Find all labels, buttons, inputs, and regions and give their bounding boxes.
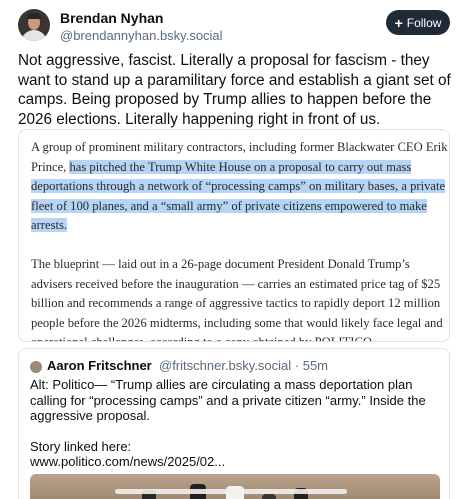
article-paragraph-1: A group of prominent military contractor… <box>31 138 449 236</box>
author-handle[interactable]: @brendannyhan.bsky.social <box>60 28 223 43</box>
home-indicator[interactable] <box>115 489 347 494</box>
quoted-author-avatar <box>30 361 42 373</box>
quoted-post-text: Alt: Politico— “Trump allies are circula… <box>30 377 445 470</box>
quoted-post-line-2: Story linked here: <box>30 438 132 454</box>
quoted-author-name: Aaron Fritschner <box>47 358 152 373</box>
quoted-author-handle-time: @fritschner.bsky.social · 55m <box>159 358 329 373</box>
avatar-hair <box>27 13 41 19</box>
author-display-name[interactable]: Brendan Nyhan <box>60 10 163 26</box>
article-screenshot-image[interactable]: A group of prominent military contractor… <box>18 129 450 342</box>
quoted-post-card[interactable]: Aaron Fritschner @fritschner.bsky.social… <box>18 348 450 499</box>
article-paragraph-2: The blueprint — laid out in a 26-page do… <box>31 256 443 341</box>
quoted-post-photo[interactable] <box>30 474 440 499</box>
quoted-post-link[interactable]: www.politico.com/news/2025/02... <box>30 454 445 470</box>
photo-figure <box>262 494 276 499</box>
article-excerpt: A group of prominent military contractor… <box>31 138 449 341</box>
author-avatar[interactable] <box>18 9 50 41</box>
plus-icon: + <box>394 14 403 31</box>
follow-button-label: Follow <box>406 15 442 30</box>
avatar-shirt <box>21 30 47 41</box>
post-header: Brendan Nyhan @brendannyhan.bsky.social … <box>0 0 464 48</box>
quoted-post-line-1: Alt: Politico— “Trump allies are circula… <box>30 377 426 423</box>
article-highlighted-text: has pitched the Trump White House on a p… <box>31 159 446 233</box>
follow-button[interactable]: + Follow <box>386 10 450 35</box>
post-text: Not aggressive, fascist. Literally a pro… <box>18 52 451 128</box>
